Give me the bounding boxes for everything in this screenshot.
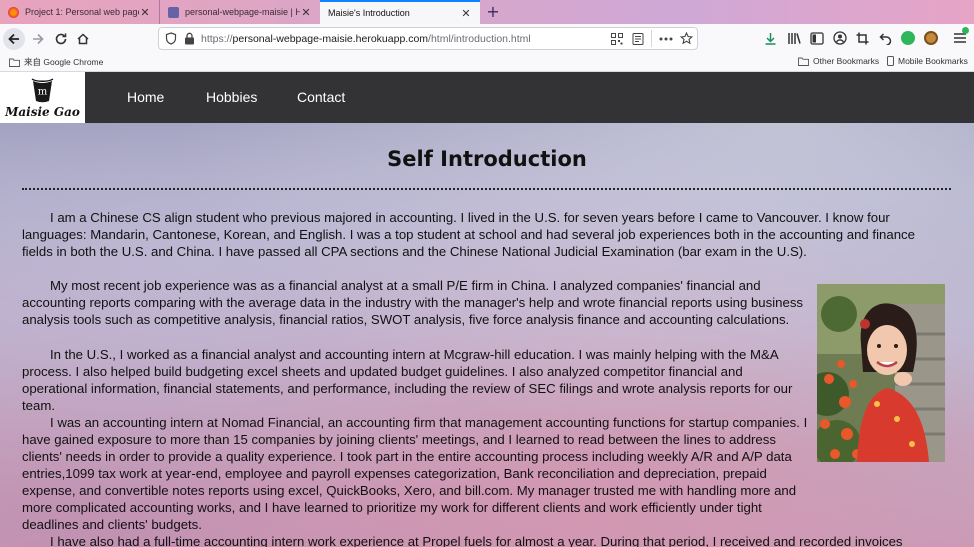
bookmark-label: Other Bookmarks [813, 56, 880, 66]
tab-strip: Project 1: Personal web page ✕ personal-… [0, 0, 974, 24]
back-arrow-icon [8, 33, 19, 45]
update-badge [962, 27, 969, 34]
lock-icon [185, 32, 194, 45]
home-button[interactable] [72, 28, 94, 50]
back-button[interactable] [3, 28, 25, 50]
tab-title: Maisie's Introduction [328, 8, 410, 18]
download-icon[interactable] [764, 32, 777, 45]
nav-link-home[interactable]: Home [127, 89, 164, 105]
propel-fuels-paragraph: I have also had a full-time accounting i… [50, 534, 903, 547]
close-icon[interactable]: ✕ [460, 7, 472, 20]
url-text: https://personal-webpage-maisie.herokuap… [201, 33, 531, 45]
nav-link-contact[interactable]: Contact [297, 89, 345, 105]
folder-icon [9, 58, 20, 67]
tab-title: Project 1: Personal web page [25, 7, 139, 17]
intro-paragraph: I am a Chinese CS align student who prev… [22, 210, 915, 259]
more-actions-icon[interactable] [659, 37, 673, 41]
bookmark-star-icon[interactable] [680, 32, 693, 45]
undo-icon[interactable] [879, 32, 892, 45]
bookmark-folder-chrome[interactable]: 来自 Google Chrome [9, 56, 103, 68]
mcgraw-hill-paragraph: In the U.S., I worked as a financial ana… [22, 347, 793, 413]
profile-photo [817, 284, 945, 462]
folder-icon [798, 57, 809, 66]
logo-mark-icon: m [31, 78, 54, 103]
svg-text:m: m [38, 87, 48, 98]
tab-introduction[interactable]: Maisie's Introduction ✕ [320, 0, 480, 24]
nav-link-hobbies[interactable]: Hobbies [206, 89, 257, 105]
reader-view-icon[interactable] [632, 33, 644, 45]
crop-icon[interactable] [856, 32, 869, 45]
forward-button[interactable] [27, 28, 49, 50]
library-icon[interactable] [787, 32, 801, 45]
logo-text: Maisie Gao [5, 105, 80, 119]
bookmark-folder-mobile[interactable]: Mobile Bookmarks [887, 56, 968, 66]
shield-icon [165, 32, 177, 45]
heroku-icon [168, 6, 179, 18]
address-bar[interactable]: https://personal-webpage-maisie.herokuap… [158, 27, 698, 50]
web-page: m Maisie Gao Home Hobbies Contact Self I… [0, 72, 974, 547]
bookmark-label: Mobile Bookmarks [898, 56, 968, 66]
tab-title: personal-webpage-maisie | Her [185, 7, 300, 17]
grammarly-extension-icon[interactable] [901, 31, 915, 45]
account-icon[interactable] [833, 31, 847, 45]
close-icon[interactable]: ✕ [139, 6, 151, 19]
site-logo[interactable]: m Maisie Gao [0, 72, 85, 123]
reload-button[interactable] [50, 28, 72, 50]
divider [22, 188, 951, 190]
mobile-icon [887, 56, 894, 66]
divider [651, 30, 652, 47]
tab-project-1[interactable]: Project 1: Personal web page ✕ [0, 0, 160, 24]
sidebar-icon[interactable] [810, 32, 824, 45]
close-icon[interactable]: ✕ [300, 6, 312, 19]
pe-experience-paragraph: My most recent job experience was as a f… [22, 278, 804, 327]
navigation-toolbar: https://personal-webpage-maisie.herokuap… [0, 24, 974, 53]
new-tab-button[interactable]: + [483, 2, 503, 22]
nomad-financial-paragraph: I was an accounting intern at Nomad Fina… [22, 415, 808, 532]
bookmarks-toolbar: 来自 Google Chrome Other Bookmarks Mobile … [0, 53, 974, 72]
forward-arrow-icon [33, 33, 44, 45]
site-navbar: m Maisie Gao Home Hobbies Contact [0, 72, 974, 123]
bookmark-folder-other[interactable]: Other Bookmarks [798, 56, 879, 66]
home-icon [77, 33, 89, 45]
bookmark-label: 来自 Google Chrome [24, 57, 104, 67]
reload-icon [55, 33, 67, 45]
page-title: Self Introduction [387, 147, 587, 171]
qr-code-icon[interactable] [611, 33, 623, 45]
firefox-icon [8, 6, 19, 18]
extension-monkey-icon[interactable] [924, 31, 938, 45]
tab-heroku[interactable]: personal-webpage-maisie | Her ✕ [160, 0, 320, 24]
